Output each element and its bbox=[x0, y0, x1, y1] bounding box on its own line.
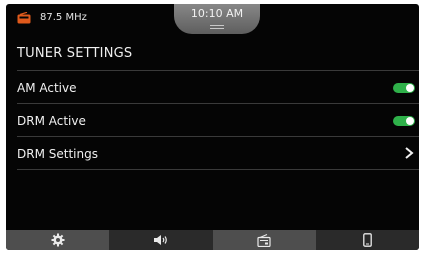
bottom-nav bbox=[6, 230, 419, 250]
radio-icon bbox=[17, 12, 31, 24]
nav-radio-button[interactable] bbox=[212, 230, 316, 250]
chevron-right-icon bbox=[405, 147, 414, 159]
setting-row-drm-settings[interactable]: DRM Settings bbox=[17, 136, 419, 170]
clock-tab[interactable]: 10:10 AM bbox=[174, 4, 260, 34]
status-bar: 87.5 MHz 10:10 AM bbox=[6, 4, 419, 34]
head-unit-screen: 87.5 MHz 10:10 AM TUNER SETTINGS AM Acti… bbox=[6, 4, 419, 250]
frequency-readout: 87.5 MHz bbox=[40, 12, 87, 23]
nav-audio-button[interactable] bbox=[109, 230, 213, 250]
speaker-icon bbox=[153, 235, 167, 245]
setting-label: DRM Active bbox=[17, 114, 86, 128]
phone-icon bbox=[363, 233, 372, 247]
toggle-knob bbox=[406, 117, 414, 125]
clock: 10:10 AM bbox=[190, 7, 244, 20]
drag-handle[interactable] bbox=[210, 25, 224, 26]
nav-settings-button[interactable] bbox=[6, 230, 110, 250]
nav-phone-button[interactable] bbox=[315, 230, 419, 250]
setting-label: DRM Settings bbox=[17, 147, 98, 161]
toggle-knob bbox=[406, 84, 414, 92]
drm-active-toggle[interactable] bbox=[393, 116, 415, 126]
setting-row-am-active[interactable]: AM Active bbox=[17, 70, 419, 104]
setting-row-drm-active[interactable]: DRM Active bbox=[17, 103, 419, 137]
am-active-toggle[interactable] bbox=[393, 83, 415, 93]
radio-icon bbox=[257, 233, 271, 247]
page-title: TUNER SETTINGS bbox=[17, 46, 133, 61]
divider bbox=[17, 169, 419, 170]
gear-icon bbox=[51, 233, 65, 247]
setting-label: AM Active bbox=[17, 81, 77, 95]
